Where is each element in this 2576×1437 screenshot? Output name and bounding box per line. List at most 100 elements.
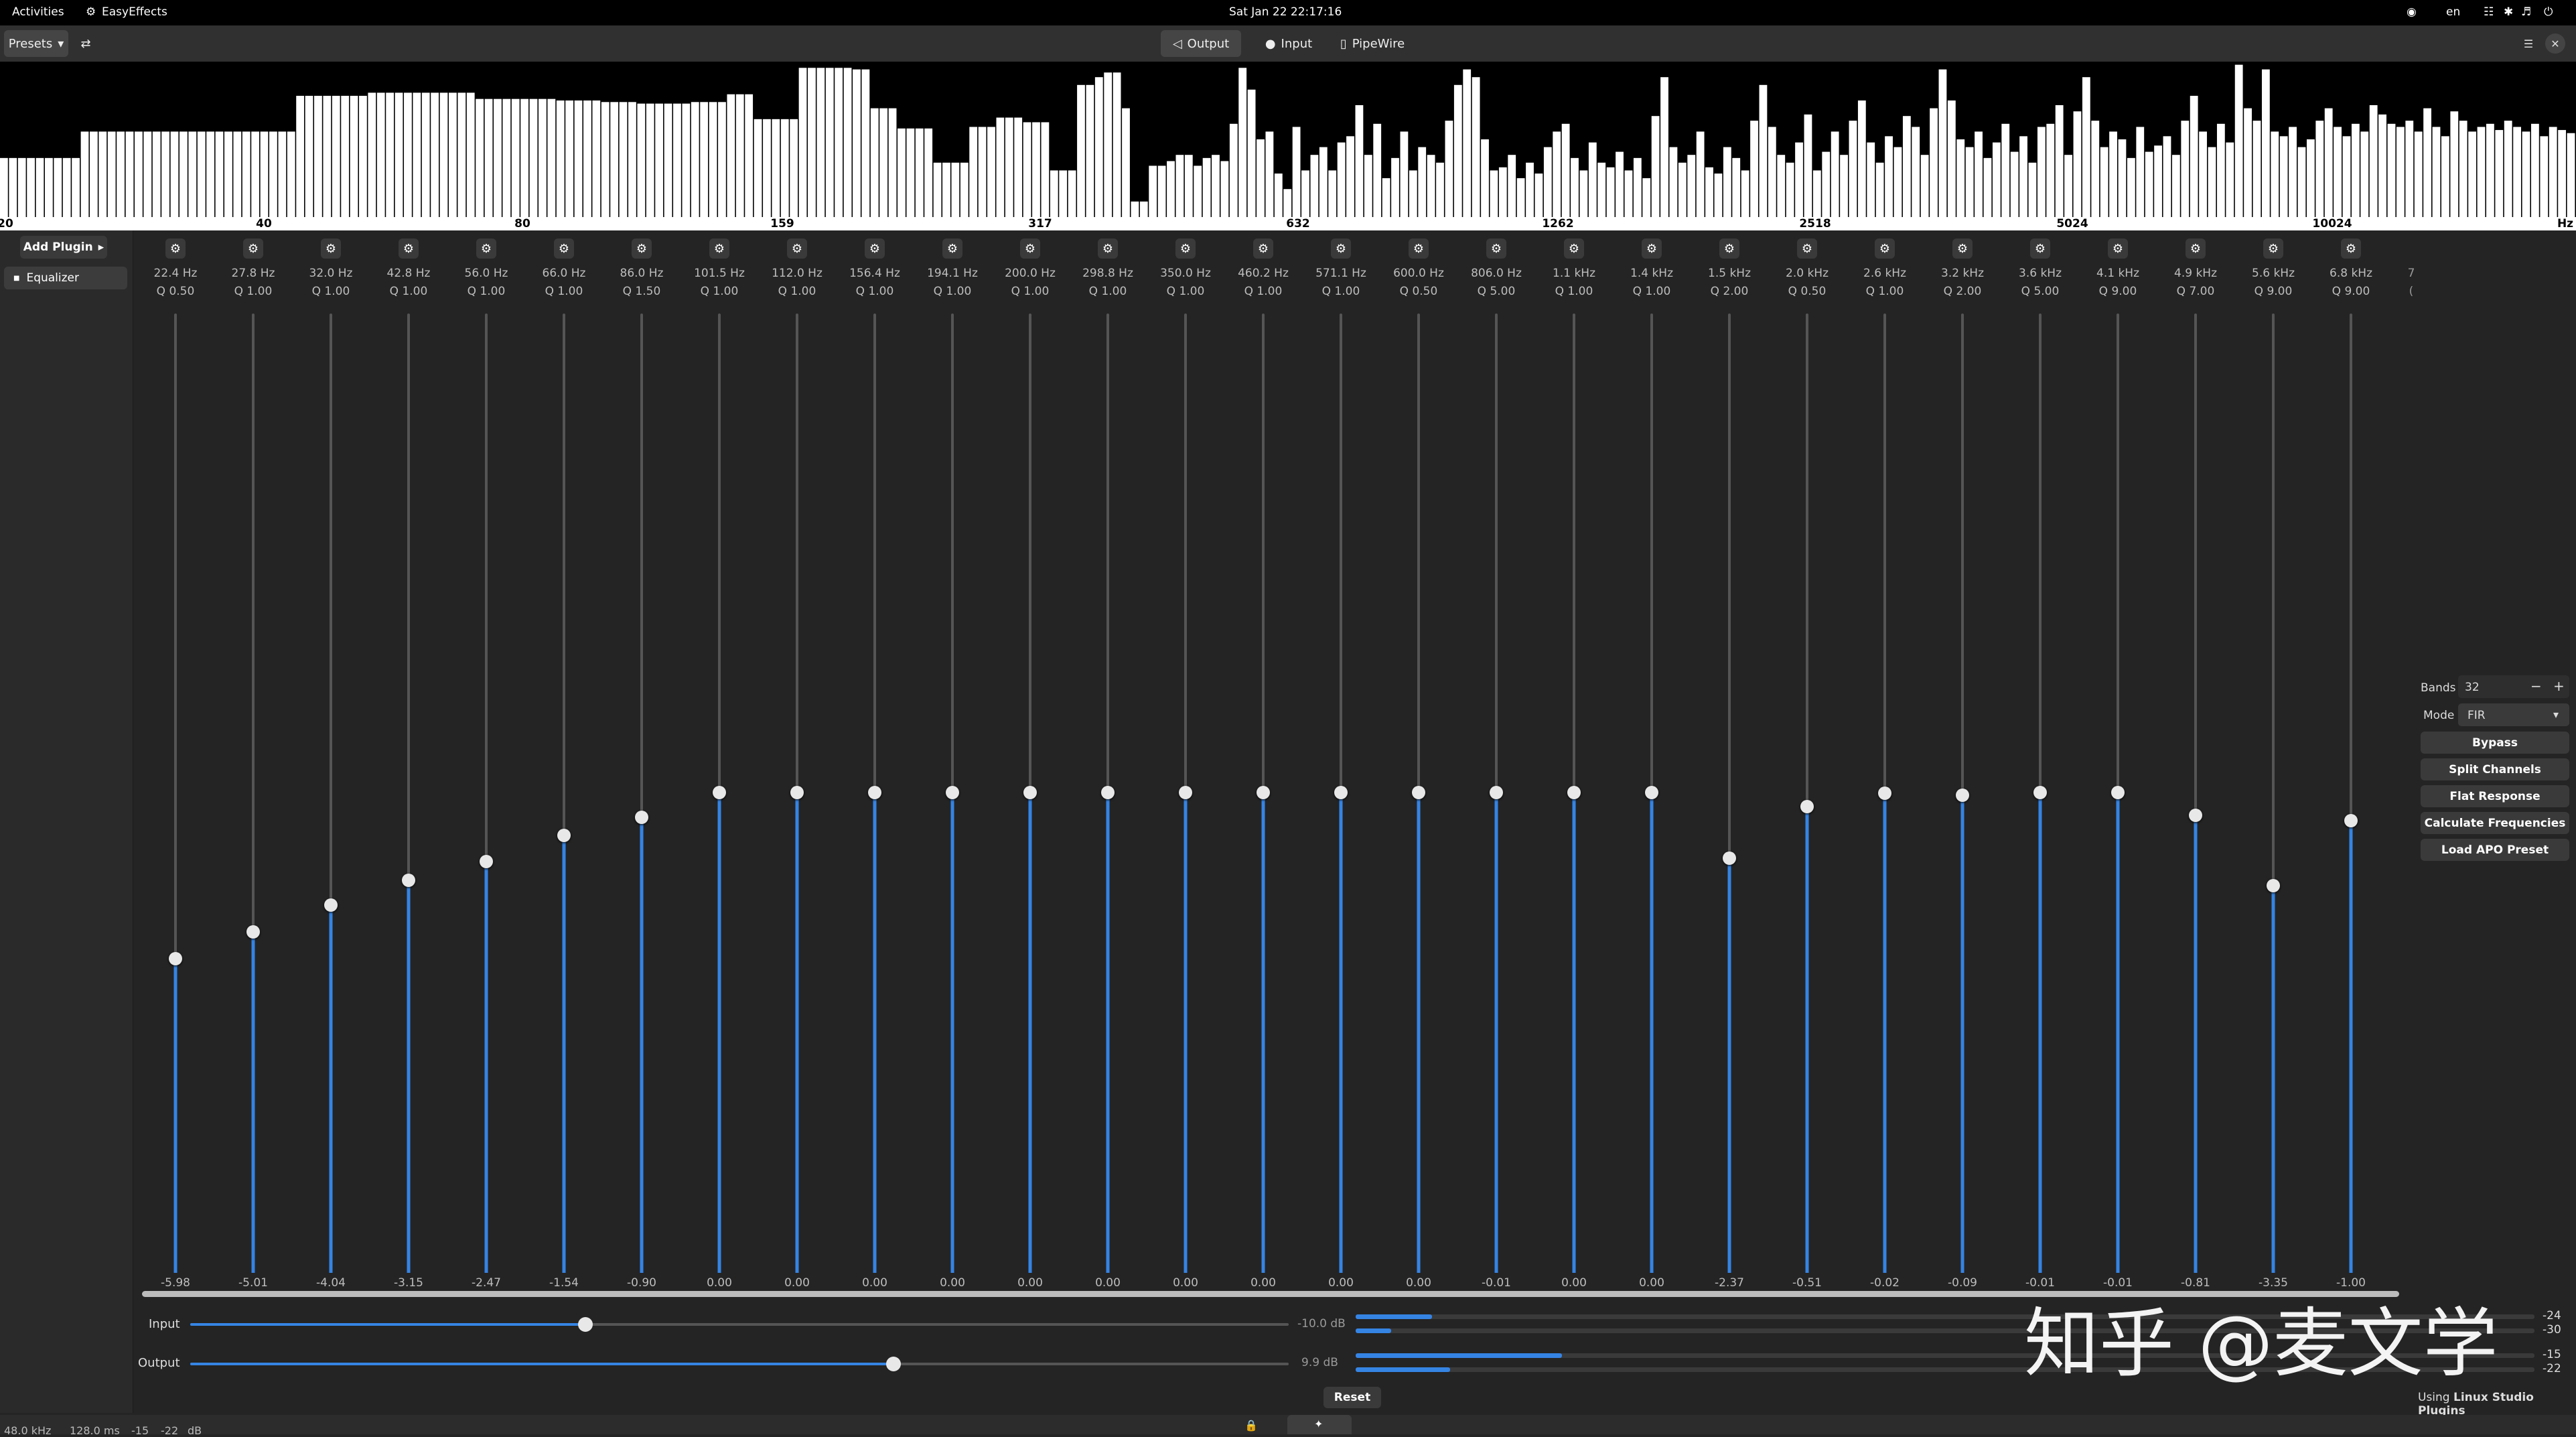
lock-icon[interactable]: 🔒 xyxy=(1244,1419,1258,1432)
output-gain-knob[interactable] xyxy=(885,1357,901,1371)
pin-toggle[interactable]: ✦ xyxy=(1287,1415,1352,1434)
app-menu[interactable]: EasyEffects xyxy=(102,5,167,19)
band-slider-knob[interactable] xyxy=(1023,786,1037,799)
tab-input[interactable]: ● Input xyxy=(1257,30,1321,57)
band-settings-button[interactable]: ⚙ xyxy=(1409,238,1429,259)
reset-button[interactable]: Reset xyxy=(1323,1387,1381,1408)
band-slider-knob[interactable] xyxy=(713,786,726,799)
app-menu-icon[interactable]: ⚙ xyxy=(86,5,96,19)
hamburger-menu-icon[interactable]: ☰ xyxy=(2518,33,2538,54)
band-settings-button[interactable]: ⚙ xyxy=(2341,238,2361,259)
band-settings-button[interactable]: ⚙ xyxy=(243,238,263,259)
level-meter-value: -22 xyxy=(2543,1362,2561,1375)
band-slider-knob[interactable] xyxy=(2111,786,2125,800)
band-slider-knob[interactable] xyxy=(635,811,648,825)
tab-output[interactable]: ◁ Output xyxy=(1161,30,1241,57)
band-slider-knob[interactable] xyxy=(790,786,804,799)
band-slider-knob[interactable] xyxy=(946,786,959,799)
band-settings-button[interactable]: ⚙ xyxy=(321,238,341,259)
band-slider-knob[interactable] xyxy=(1723,851,1736,866)
band-settings-button[interactable]: ⚙ xyxy=(1642,238,1662,259)
band-slider-knob[interactable] xyxy=(868,786,881,799)
add-plugin-button[interactable]: Add Plugin ▸ xyxy=(20,236,107,259)
band-slider-knob[interactable] xyxy=(246,925,260,939)
band-settings-button[interactable]: ⚙ xyxy=(2186,238,2206,259)
band-slider-knob[interactable] xyxy=(1800,800,1814,814)
volume-icon[interactable]: ♬ xyxy=(2521,5,2531,19)
band-settings-button[interactable]: ⚙ xyxy=(1564,238,1584,259)
input-gain-knob[interactable] xyxy=(578,1317,593,1332)
band-slider-knob[interactable] xyxy=(1956,788,1969,802)
band-settings-button[interactable]: ⚙ xyxy=(865,238,885,259)
calculate-frequencies-button[interactable]: Calculate Frequencies xyxy=(2421,812,2569,834)
band-slider-knob[interactable] xyxy=(1179,786,1192,799)
band-slider-fill xyxy=(329,904,333,1273)
band-slider-knob[interactable] xyxy=(1878,786,1891,800)
band-settings-button[interactable]: ⚙ xyxy=(2030,238,2050,259)
activities-button[interactable]: Activities xyxy=(12,5,64,19)
band-slider-knob[interactable] xyxy=(2189,808,2202,822)
band-settings-button[interactable]: ⚙ xyxy=(1175,238,1196,259)
band-settings-button[interactable]: ⚙ xyxy=(165,238,186,259)
band-settings-button[interactable]: ⚙ xyxy=(399,238,419,259)
band-settings-button[interactable]: ⚙ xyxy=(1719,238,1739,259)
spectrum-tick-label: 159 xyxy=(770,217,794,230)
band-slider-knob[interactable] xyxy=(402,873,415,887)
bypass-button[interactable]: Bypass xyxy=(2421,732,2569,754)
mode-dropdown[interactable]: FIR ▾ xyxy=(2458,703,2569,726)
load-apo-preset-button[interactable]: Load APO Preset xyxy=(2421,839,2569,861)
split-channels-button[interactable]: Split Channels xyxy=(2421,758,2569,780)
band-settings-button[interactable]: ⚙ xyxy=(2263,238,2283,259)
band-slider-knob[interactable] xyxy=(2344,813,2358,827)
language-indicator[interactable]: en xyxy=(2446,5,2460,19)
band-slider-knob[interactable] xyxy=(1257,786,1270,799)
band-slider-knob[interactable] xyxy=(2267,879,2280,893)
level-meter-fill xyxy=(1356,1328,1391,1333)
band-settings-button[interactable]: ⚙ xyxy=(709,238,729,259)
band-settings-button[interactable]: ⚙ xyxy=(942,238,962,259)
band-slider-knob[interactable] xyxy=(480,854,493,868)
band-slider-knob[interactable] xyxy=(1412,786,1425,799)
power-icon[interactable]: ⏻ xyxy=(2544,5,2553,19)
input-gain-slider[interactable] xyxy=(190,1323,1289,1326)
band-slider-knob[interactable] xyxy=(1490,786,1503,800)
close-icon[interactable]: ✕ xyxy=(2545,33,2565,54)
decrement-icon[interactable]: − xyxy=(2530,678,2542,694)
band-slider-knob[interactable] xyxy=(169,952,182,966)
add-plugin-label: Add Plugin xyxy=(23,241,93,254)
band-settings-button[interactable]: ⚙ xyxy=(2108,238,2128,259)
band-slider-knob[interactable] xyxy=(1101,786,1115,799)
band-slider-knob[interactable] xyxy=(1567,786,1581,799)
band-settings-button[interactable]: ⚙ xyxy=(1486,238,1506,259)
band-settings-button[interactable]: ⚙ xyxy=(1952,238,1973,259)
band-settings-button[interactable]: ⚙ xyxy=(1020,238,1040,259)
band-slider-knob[interactable] xyxy=(1645,786,1658,799)
band-slider-knob[interactable] xyxy=(2033,786,2047,800)
bands-spinbutton[interactable]: 32 − + xyxy=(2458,675,2569,698)
output-gain-slider[interactable] xyxy=(190,1363,1289,1365)
band-slider-knob[interactable] xyxy=(557,828,571,842)
band-settings-button[interactable]: ⚙ xyxy=(1875,238,1895,259)
band-slider-knob[interactable] xyxy=(1334,786,1348,799)
band-settings-button[interactable]: ⚙ xyxy=(476,238,496,259)
band-settings-button[interactable]: ⚙ xyxy=(1331,238,1351,259)
accessibility-icon[interactable]: ◉ xyxy=(2407,5,2417,19)
band-settings-button[interactable]: ⚙ xyxy=(1797,238,1817,259)
band-slider-knob[interactable] xyxy=(324,898,338,912)
band-settings-button[interactable]: ⚙ xyxy=(787,238,807,259)
band-settings-button[interactable]: ⚙ xyxy=(554,238,574,259)
bluetooth-icon[interactable]: ✱ xyxy=(2504,5,2513,19)
shuffle-icon[interactable]: ⇄ xyxy=(74,30,98,57)
spectrum-bar xyxy=(1104,72,1113,218)
band-settings-button[interactable]: ⚙ xyxy=(1098,238,1118,259)
flat-response-button[interactable]: Flat Response xyxy=(2421,785,2569,807)
increment-icon[interactable]: + xyxy=(2553,678,2565,694)
plugin-list-item-equalizer[interactable]: ■ Equalizer xyxy=(4,267,127,289)
band-frequency-label: 200.0 Hz xyxy=(1005,267,1056,280)
clock[interactable]: Sat Jan 22 22:17:16 xyxy=(1229,5,1342,19)
band-settings-button[interactable]: ⚙ xyxy=(632,238,652,259)
presets-menu-button[interactable]: Presets ▾ xyxy=(4,30,68,57)
band-settings-button[interactable]: ⚙ xyxy=(1253,238,1273,259)
network-icon[interactable]: ☷ xyxy=(2484,5,2494,19)
tab-pipewire[interactable]: ▯ PipeWire xyxy=(1333,30,1412,57)
